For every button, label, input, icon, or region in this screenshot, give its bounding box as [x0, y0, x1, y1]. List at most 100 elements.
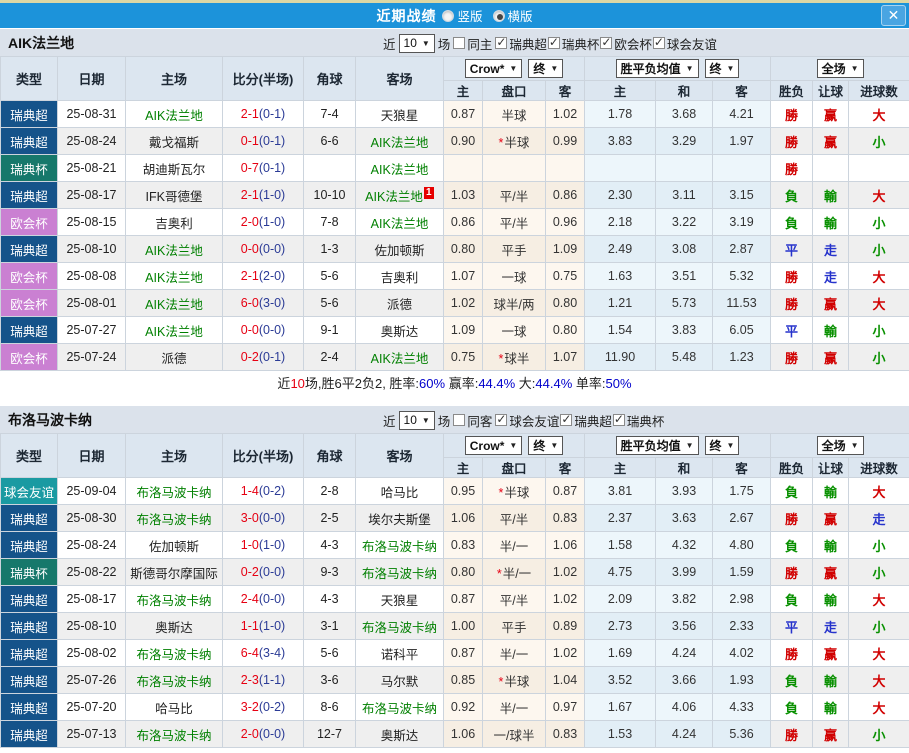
- same-venue-filter[interactable]: 同主: [453, 34, 492, 53]
- team-name: AIK法兰地: [370, 135, 429, 150]
- league-badge: 瑞典超: [0, 666, 58, 694]
- section-divider: [0, 397, 909, 405]
- checkbox-icon[interactable]: [453, 37, 466, 49]
- crow-home-odds: 0.92: [443, 693, 483, 721]
- checkbox-icon[interactable]: [547, 35, 560, 49]
- team-name: AIK法兰地: [370, 351, 429, 366]
- checkbox-icon[interactable]: [453, 414, 466, 426]
- radio-icon[interactable]: [492, 9, 505, 22]
- half-time-score: (3-4): [258, 646, 286, 660]
- col-corner: 角球: [303, 433, 356, 478]
- avg-odds-select[interactable]: 胜平负均值 ▼: [615, 436, 699, 455]
- handicap-line: 一球: [482, 316, 546, 344]
- outcome-result: 負: [770, 181, 814, 209]
- league-filter[interactable]: 球会友谊: [495, 411, 559, 430]
- match-count-select[interactable]: 10 ▼: [398, 410, 435, 430]
- avg-away-odds: 4.02: [711, 639, 772, 667]
- scope-select[interactable]: 全场 ▼: [816, 436, 864, 455]
- avg-draw-odds: 3.82: [655, 585, 713, 613]
- match-row: 瑞典超 25-08-24 佐加顿斯 1-0(1-0) 4-3 布洛马波卡纳 0.83 半/一 1…: [0, 531, 909, 559]
- corner-count: 9-3: [303, 558, 356, 586]
- home-team: 斯德哥尔摩国际: [125, 558, 223, 586]
- league-filter[interactable]: 瑞典杯: [612, 411, 664, 430]
- handicap-text: 半球: [501, 108, 527, 123]
- odds-stage-select[interactable]: 终 ▼: [528, 436, 564, 455]
- view-option-label[interactable]: 横版: [508, 6, 533, 25]
- view-option-vertical[interactable]: 竖版: [442, 6, 483, 25]
- league-filter[interactable]: 瑞典杯: [547, 34, 599, 53]
- bookmaker-select[interactable]: Crow* ▼: [464, 59, 523, 78]
- col-home: 主场: [125, 56, 223, 101]
- handicap-text: 一球: [501, 324, 527, 339]
- col-crow-home: 主: [443, 80, 483, 101]
- match-row: 瑞典杯 25-08-22 斯德哥尔摩国际 0-2(0-0) 9-3 布洛马波卡纳 0.80 *…: [0, 558, 909, 586]
- checkbox-icon[interactable]: [495, 412, 508, 426]
- home-team: 布洛马波卡纳: [125, 477, 223, 505]
- avg-draw-odds: 4.06: [655, 693, 713, 721]
- match-row: 瑞典超 25-08-17 布洛马波卡纳 2-4(0-0) 4-3 天狼星 0.87 平/半 1.…: [0, 585, 909, 613]
- scope-select[interactable]: 全场 ▼: [816, 59, 864, 78]
- handicap-line: 平/半: [482, 585, 546, 613]
- avg-stage-select[interactable]: 终 ▼: [704, 436, 740, 455]
- home-team: 佐加顿斯: [125, 531, 223, 559]
- outcome-result: 勝: [770, 558, 814, 586]
- away-team: 奥斯达: [355, 316, 444, 344]
- away-team: 佐加顿斯: [355, 235, 444, 263]
- avg-home-odds: 4.75: [584, 558, 656, 586]
- close-icon[interactable]: ✕: [881, 5, 906, 26]
- match-row: 瑞典超 25-08-10 AIK法兰地 0-0(0-0) 1-3 佐加顿斯 0.80 平手 1.…: [0, 235, 909, 263]
- checkbox-icon[interactable]: [560, 412, 573, 426]
- avg-away-odds: 6.05: [711, 316, 772, 344]
- avg-odds-select[interactable]: 胜平负均值 ▼: [615, 59, 699, 78]
- chevron-down-icon: ▼: [421, 38, 430, 48]
- crow-home-odds: 0.80: [443, 558, 483, 586]
- section-aik: AIK法兰地 近 10 ▼ 场 同主 瑞典超瑞典杯欧会杯球会友谊 类型 日期: [0, 28, 909, 397]
- match-row: 瑞典超 25-08-02 布洛马波卡纳 6-4(3-4) 5-6 诺科平 0.87 半/一 1.…: [0, 639, 909, 667]
- handicap-result: 赢: [812, 127, 850, 155]
- crow-home-odds: 1.06: [443, 720, 483, 748]
- col-corner: 角球: [303, 56, 356, 101]
- crow-home-odds: 1.07: [443, 262, 483, 290]
- league-filters: 瑞典超瑞典杯欧会杯球会友谊: [495, 34, 717, 53]
- handicap-text: 一球: [501, 270, 527, 285]
- bookmaker-select[interactable]: Crow* ▼: [464, 436, 523, 455]
- home-team: AIK法兰地: [125, 235, 223, 263]
- view-option-horizontal[interactable]: 横版: [492, 6, 533, 25]
- score: 1-4(0-2): [222, 477, 304, 505]
- matches-tbody: 球会友谊 25-09-04 布洛马波卡纳 1-4(0-2) 2-8 哈马比 0.95 *半球 0…: [0, 477, 909, 748]
- handicap-line: *半/一: [482, 558, 546, 586]
- checkbox-icon[interactable]: [612, 412, 625, 426]
- same-venue-label: 同客: [467, 414, 493, 429]
- same-venue-filter[interactable]: 同客: [453, 411, 492, 430]
- handicap-text: 半球: [504, 135, 530, 150]
- corner-count: 7-8: [303, 208, 356, 236]
- crow-away-odds: 1.02: [545, 639, 585, 667]
- radio-icon[interactable]: [442, 9, 455, 22]
- col-date: 日期: [57, 433, 126, 478]
- summary-segment: 60%: [419, 376, 446, 391]
- handicap-text: 半球: [504, 674, 530, 689]
- league-filter[interactable]: 瑞典超: [495, 34, 547, 53]
- odds-stage-select[interactable]: 终 ▼: [528, 59, 564, 78]
- checkbox-icon[interactable]: [600, 35, 613, 49]
- avg-away-odds: 1.23: [711, 343, 772, 371]
- away-team: 马尔默: [355, 666, 444, 694]
- handicap-text: 半/一: [499, 701, 529, 716]
- checkbox-icon[interactable]: [652, 35, 665, 49]
- home-team: AIK法兰地: [125, 100, 223, 128]
- handicap-result: 赢: [812, 504, 850, 532]
- match-count-select[interactable]: 10 ▼: [398, 33, 435, 53]
- league-filter[interactable]: 瑞典超: [560, 411, 612, 430]
- checkbox-icon[interactable]: [495, 35, 508, 49]
- team-name: IFK哥德堡: [145, 189, 203, 204]
- away-team: AIK法兰地: [355, 208, 444, 236]
- league-filter[interactable]: 球会友谊: [652, 34, 717, 53]
- full-time-score: 2-1: [240, 269, 259, 283]
- goals-result: 小: [848, 558, 909, 586]
- league-filter-label: 球会友谊: [509, 414, 560, 429]
- handicap-line: [482, 154, 546, 182]
- avg-stage-select[interactable]: 终 ▼: [704, 59, 740, 78]
- full-time-score: 0-0: [240, 242, 259, 256]
- view-option-label[interactable]: 竖版: [457, 6, 482, 25]
- league-filter[interactable]: 欧会杯: [600, 34, 652, 53]
